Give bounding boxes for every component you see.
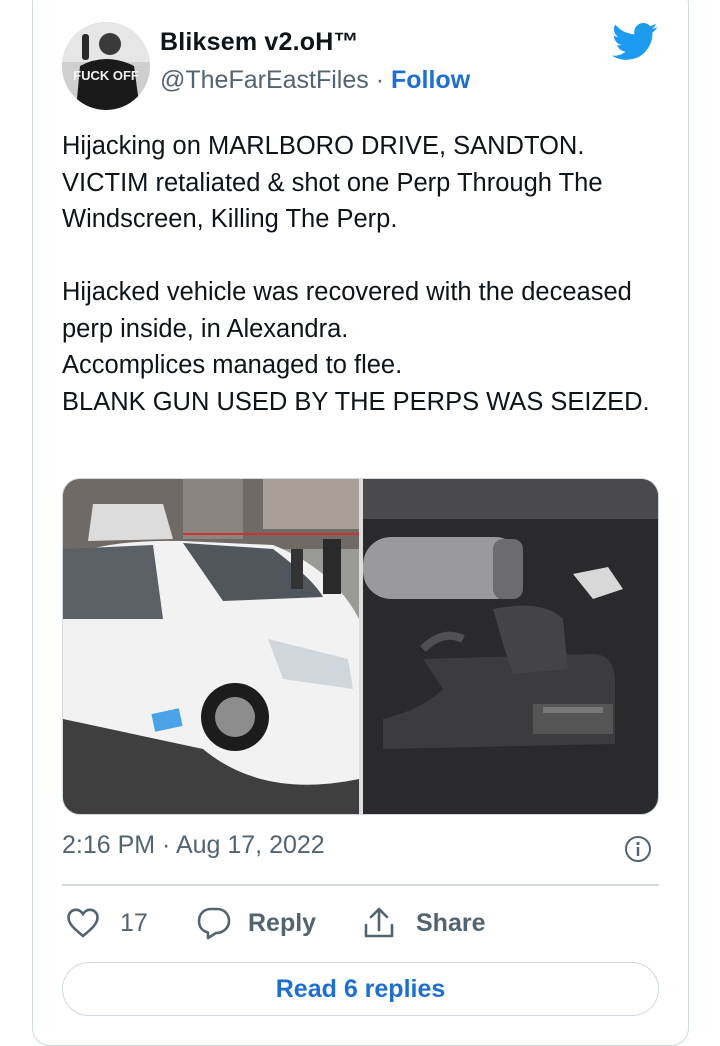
reply-bubble-icon <box>197 907 231 940</box>
share-upload-icon <box>364 907 394 938</box>
read-replies-button[interactable]: Read 6 replies <box>62 962 659 1016</box>
separator-dot: · <box>375 66 385 94</box>
heart-icon <box>67 908 99 938</box>
handle[interactable]: @TheFarEastFiles <box>160 66 369 94</box>
avatar[interactable]: FUCK OFF <box>62 22 150 110</box>
share-label: Share <box>416 908 486 937</box>
follow-link[interactable]: Follow <box>391 66 470 94</box>
tweet-text: Hijacking on MARLBORO DRIVE, SANDTON. VI… <box>62 132 650 416</box>
reply-button[interactable]: Reply <box>196 900 316 946</box>
info-icon[interactable] <box>624 835 652 863</box>
photo-gun[interactable] <box>363 479 658 814</box>
reply-label: Reply <box>248 908 317 937</box>
photo-car[interactable] <box>63 479 359 814</box>
like-button[interactable]: 17 <box>66 900 148 946</box>
avatar-text: FUCK OFF <box>73 68 139 83</box>
divider <box>62 884 659 886</box>
tweet-media[interactable] <box>62 478 659 815</box>
share-button[interactable]: Share <box>362 900 485 946</box>
handle-row: @TheFarEastFiles · Follow <box>160 66 470 95</box>
timestamp[interactable]: 2:16 PM · Aug 17, 2022 <box>62 831 325 860</box>
twitter-bird-icon[interactable] <box>612 22 658 62</box>
like-count: 17 <box>120 908 148 937</box>
display-name[interactable]: Bliksem v2.oH™ <box>160 28 359 57</box>
